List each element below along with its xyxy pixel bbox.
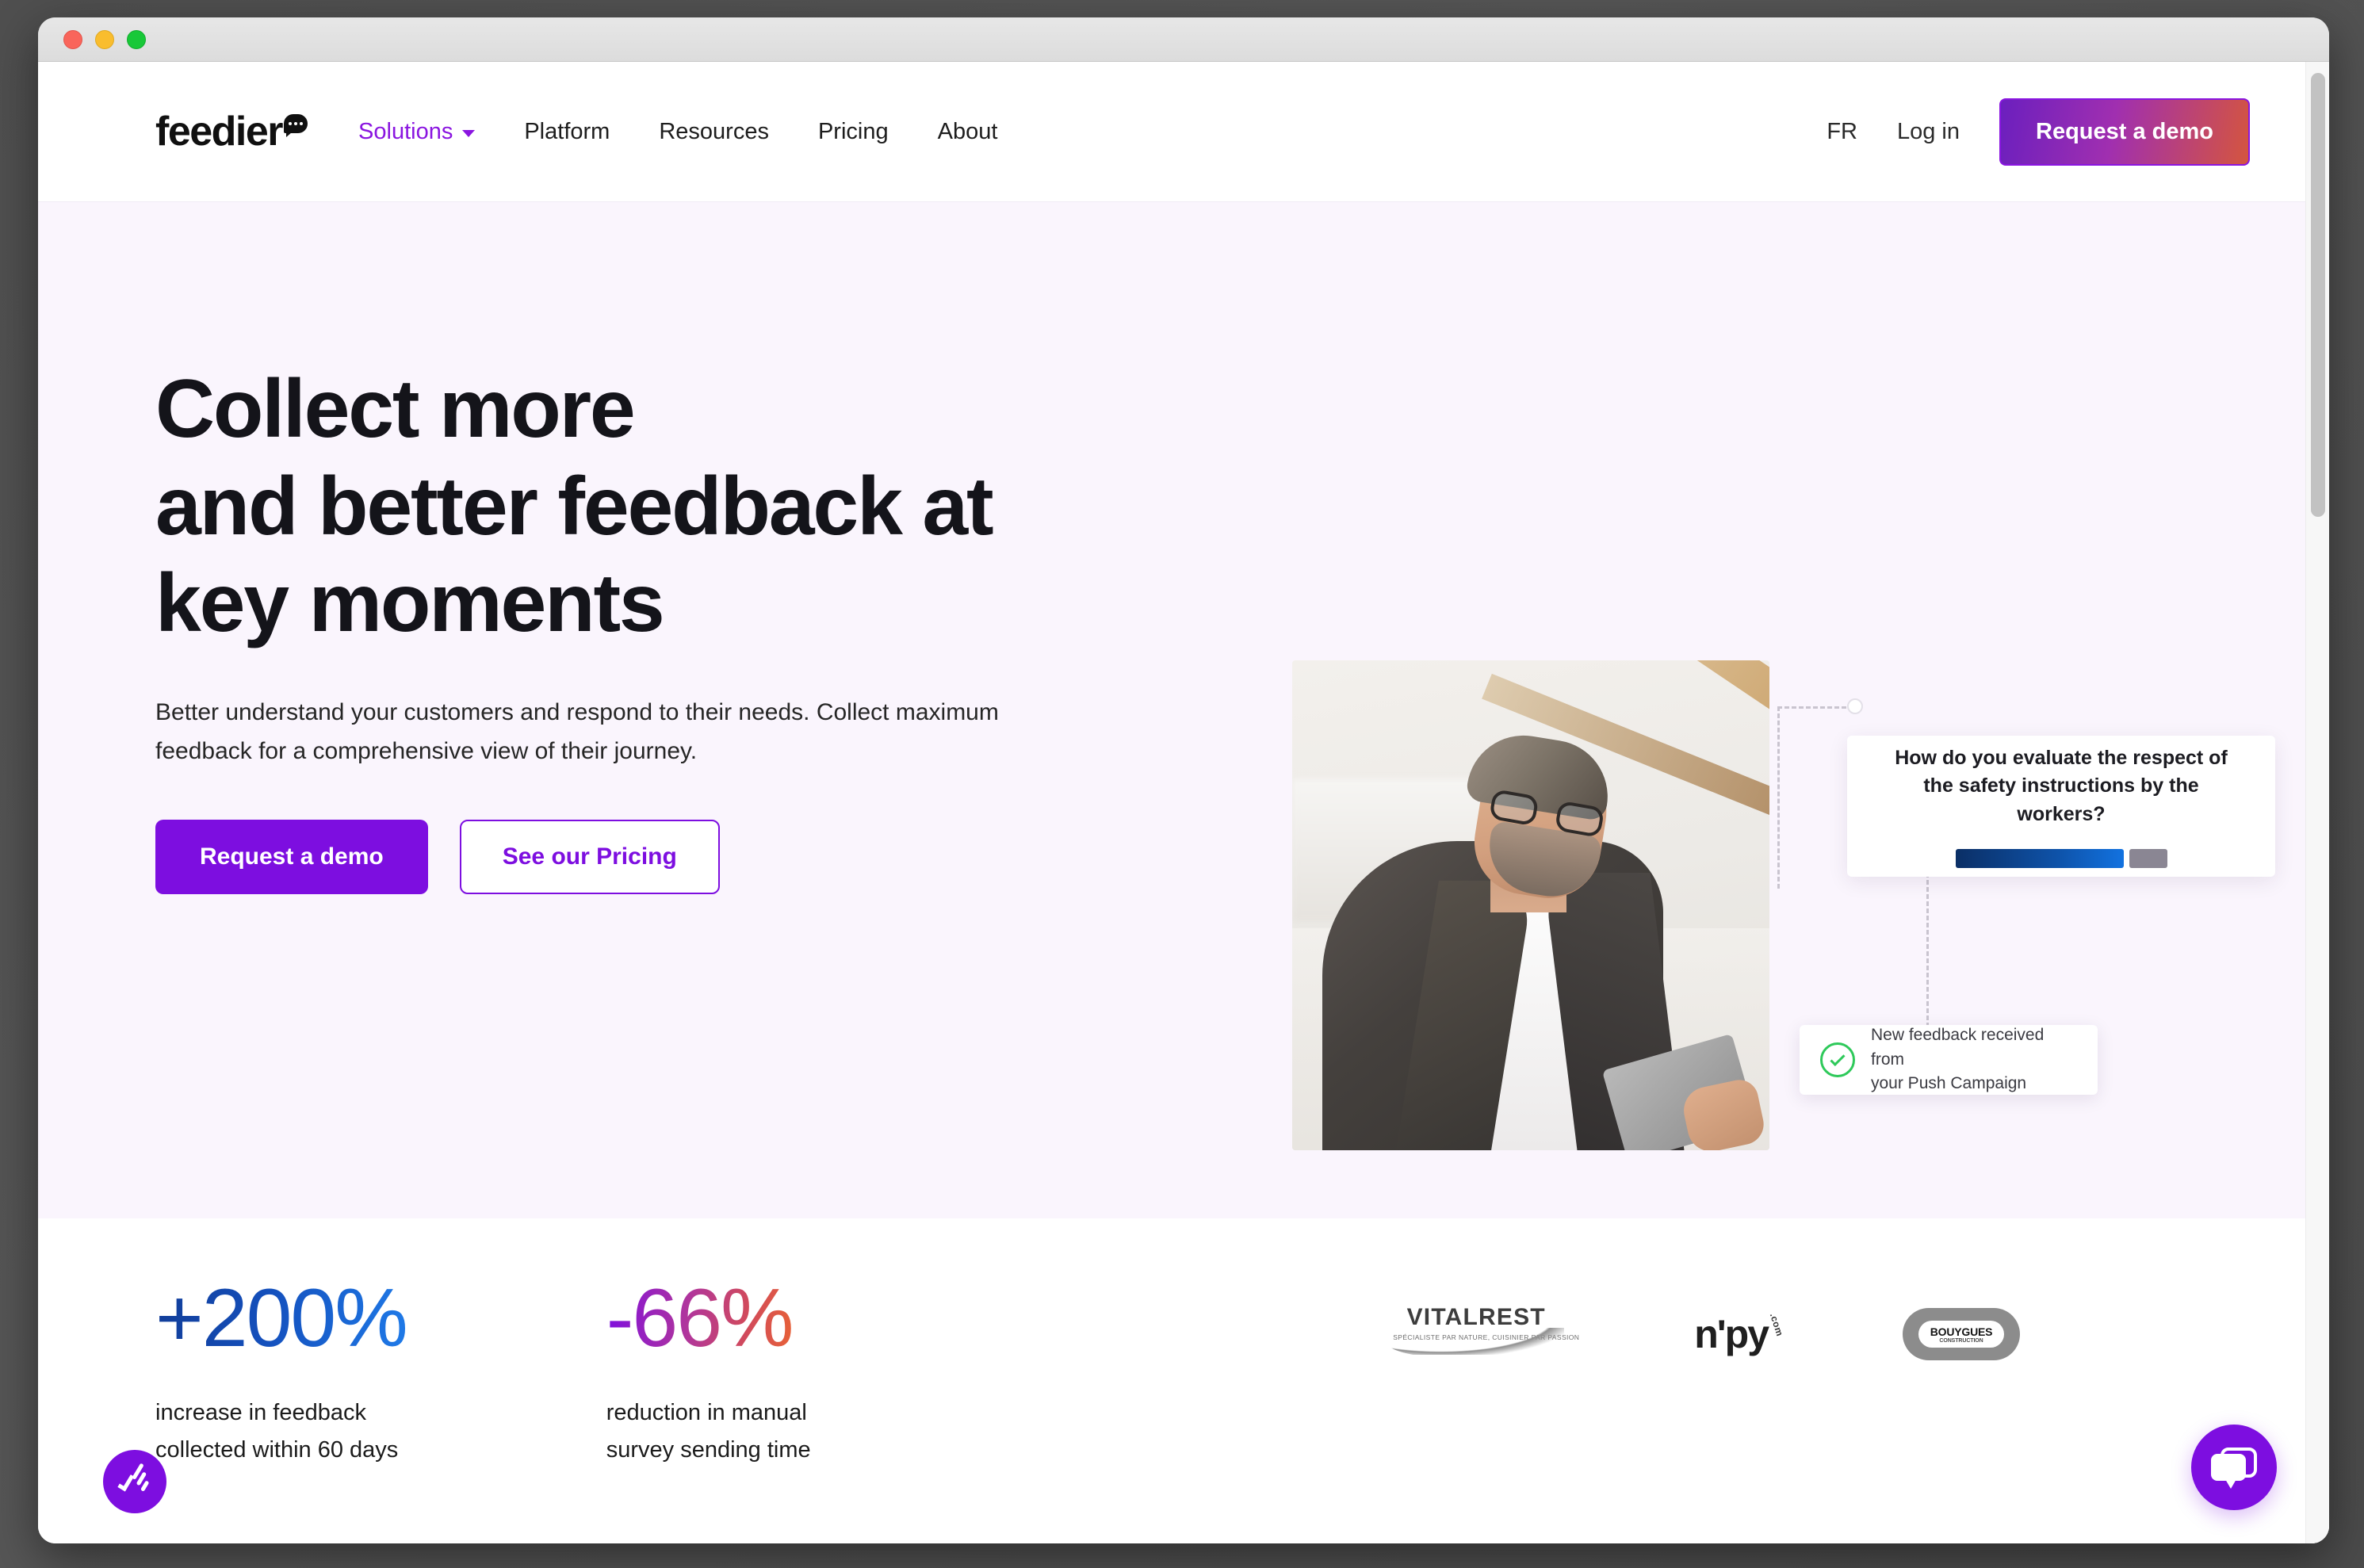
- nav-item-solutions[interactable]: Solutions: [358, 118, 476, 145]
- connector-line-vertical-left: [1777, 706, 1780, 889]
- stat-value-reduction: -66%: [606, 1277, 811, 1360]
- nav-item-pricing[interactable]: Pricing: [818, 119, 889, 145]
- hero-subtitle-line-2: feedback for a comprehensive view of the…: [155, 737, 698, 764]
- connector-line-horizontal: [1777, 706, 1853, 709]
- survey-question-line-1: How do you evaluate the respect of: [1895, 746, 2228, 769]
- hero-photo: [1292, 660, 1769, 1150]
- slider-filled-track: [1955, 849, 2124, 869]
- npy-suffix: .com: [1767, 1311, 1786, 1338]
- client-logo-npy: n'py .com: [1694, 1311, 1785, 1357]
- nav-label-solutions: Solutions: [358, 118, 453, 144]
- window-minimize-button[interactable]: [95, 29, 114, 49]
- stat-label-increase: increase in feedback collected within 60…: [155, 1394, 407, 1469]
- slider-remaining-track: [2129, 849, 2167, 869]
- speech-bubble-icon: [284, 114, 308, 137]
- scrollbar-thumb[interactable]: [2311, 73, 2325, 517]
- survey-question-card: How do you evaluate the respect of the s…: [1847, 736, 2275, 877]
- chat-widget-button[interactable]: [2191, 1425, 2277, 1510]
- site-logo[interactable]: feedier: [155, 111, 308, 152]
- chat-bubble-icon: [2211, 1448, 2257, 1489]
- connector-dot: [1847, 698, 1863, 714]
- check-swipe-icon: [114, 1463, 155, 1500]
- hero-subtitle: Better understand your customers and res…: [155, 694, 1115, 771]
- language-switcher[interactable]: FR: [1827, 119, 1857, 145]
- notification-text: New feedback received from your Push Cam…: [1871, 1023, 2077, 1096]
- browser-window: feedier Solutions Platform Resources Pri…: [38, 17, 2329, 1543]
- client-logo-strip: VITALREST SPÉCIALISTE PAR NATURE, CUISIN…: [1388, 1304, 2020, 1364]
- survey-rating-slider[interactable]: [1955, 849, 2167, 869]
- stat-label-reduction-line-2: survey sending time: [606, 1436, 811, 1463]
- vitalrest-swoosh-icon: [1388, 1328, 1565, 1360]
- site-header: feedier Solutions Platform Resources Pri…: [38, 62, 2329, 202]
- hero-title-line-2: and better feedback at: [155, 460, 994, 553]
- client-logo-bouygues: BOUYGUES CONSTRUCTION: [1903, 1308, 2020, 1360]
- bouygues-name: BOUYGUES: [1930, 1325, 1993, 1338]
- page-scrollbar[interactable]: [2305, 62, 2329, 1543]
- stat-label-reduction-line-1: reduction in manual: [606, 1400, 807, 1425]
- client-logo-vitalrest: VITALREST SPÉCIALISTE PAR NATURE, CUISIN…: [1388, 1304, 1579, 1364]
- logo-wordmark: feedier: [155, 109, 284, 155]
- page-viewport: feedier Solutions Platform Resources Pri…: [38, 62, 2329, 1543]
- nav-item-resources[interactable]: Resources: [659, 119, 769, 145]
- main-navigation: Solutions Platform Resources Pricing Abo…: [358, 119, 997, 145]
- hero-subtitle-line-1: Better understand your customers and res…: [155, 699, 999, 726]
- browser-titlebar: [38, 17, 2329, 62]
- nav-item-about[interactable]: About: [938, 119, 998, 145]
- header-request-demo-button[interactable]: Request a demo: [1999, 98, 2250, 166]
- stat-item-time-reduction: -66% reduction in manual survey sending …: [606, 1277, 811, 1469]
- accessibility-widget-button[interactable]: [103, 1450, 166, 1513]
- hero-title-line-3: key moments: [155, 557, 665, 650]
- nav-item-platform[interactable]: Platform: [524, 119, 610, 145]
- npy-name: n'py: [1694, 1312, 1769, 1356]
- hero-title-line-1: Collect more: [155, 363, 636, 455]
- notification-line-2: your Push Campaign: [1871, 1074, 2027, 1093]
- chevron-down-icon: [462, 129, 476, 137]
- stat-value-increase: +200%: [155, 1272, 408, 1364]
- stat-label-increase-line-2: collected within 60 days: [155, 1436, 399, 1463]
- stats-section: +200% increase in feedback collected wit…: [38, 1218, 2329, 1543]
- hero-see-pricing-button[interactable]: See our Pricing: [459, 820, 720, 895]
- hero-section: Collect more and better feedback at key …: [38, 202, 2329, 1218]
- header-actions: FR Log in Request a demo: [1827, 98, 2250, 166]
- notification-line-1: New feedback received from: [1871, 1026, 2045, 1069]
- window-close-button[interactable]: [63, 29, 82, 49]
- feedback-notification-card: New feedback received from your Push Cam…: [1800, 1025, 2098, 1095]
- stat-label-reduction: reduction in manual survey sending time: [606, 1394, 811, 1469]
- survey-question-text: How do you evaluate the respect of the s…: [1882, 744, 2240, 829]
- hero-request-demo-button[interactable]: Request a demo: [155, 820, 428, 895]
- window-maximize-button[interactable]: [127, 29, 146, 49]
- hero-title: Collect more and better feedback at key …: [155, 361, 1186, 652]
- stat-item-feedback-increase: +200% increase in feedback collected wit…: [155, 1272, 408, 1469]
- login-link[interactable]: Log in: [1897, 119, 1960, 145]
- check-circle-icon: [1820, 1042, 1855, 1077]
- vitalrest-name: VITALREST: [1406, 1304, 1546, 1330]
- stat-label-increase-line-1: increase in feedback: [155, 1400, 366, 1425]
- person-illustration: [1322, 727, 1768, 1150]
- bouygues-subtitle: CONSTRUCTION: [1939, 1337, 1983, 1344]
- hero-visual: How do you evaluate the respect of the s…: [1292, 660, 2275, 1199]
- survey-question-line-2: the safety instructions by the workers?: [1923, 774, 2199, 825]
